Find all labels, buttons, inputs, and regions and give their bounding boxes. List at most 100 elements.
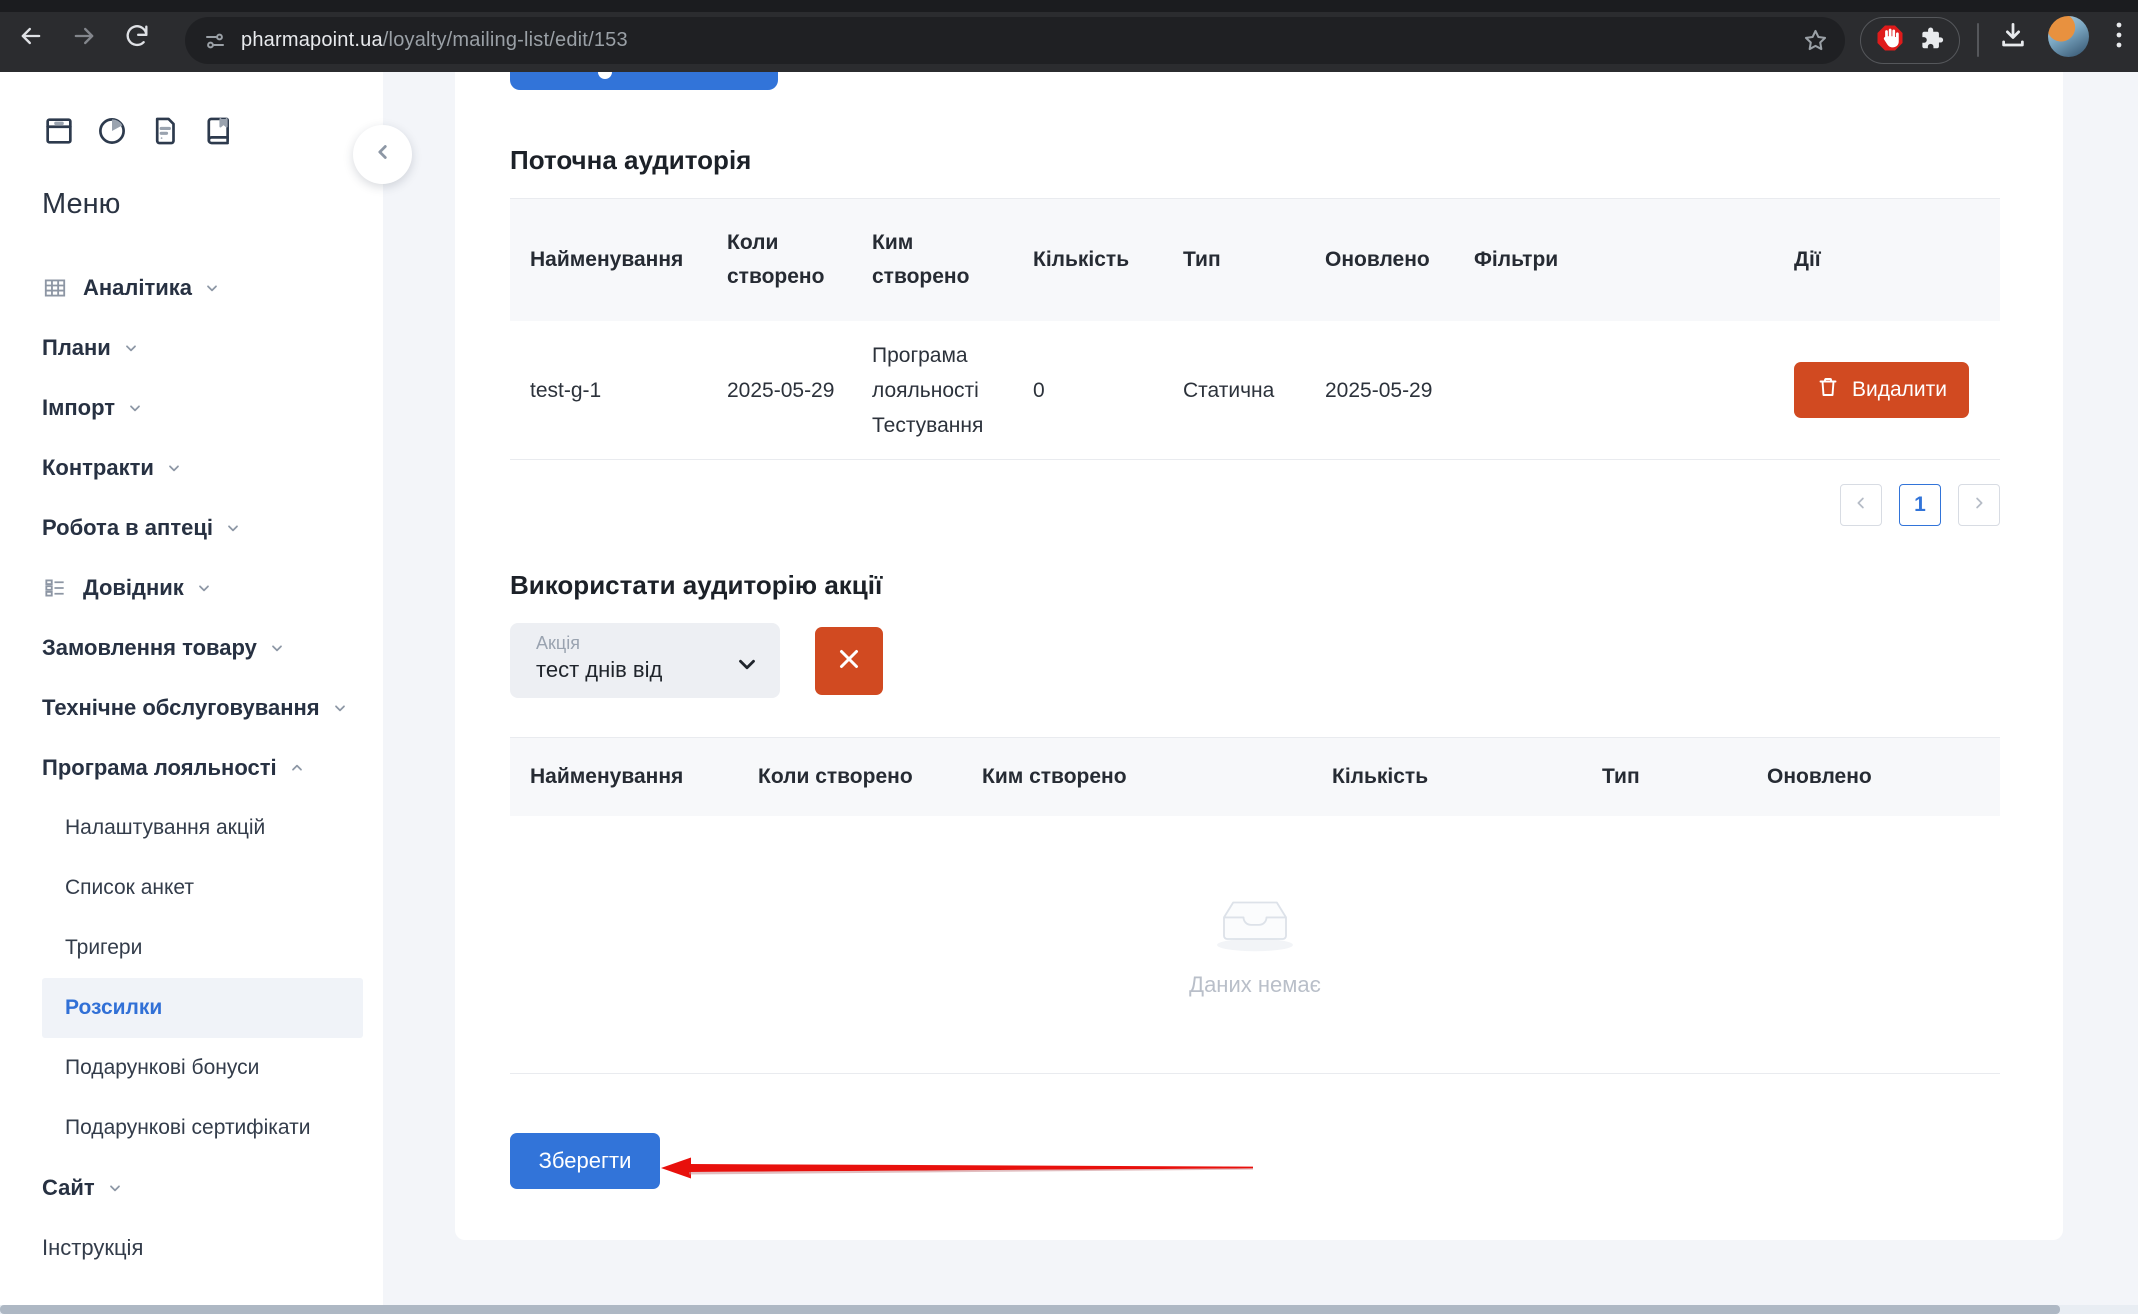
empty-inbox-icon — [1207, 891, 1303, 958]
delete-button[interactable]: Видалити — [1794, 362, 1969, 418]
sidebar-item-plany[interactable]: Плани — [42, 318, 363, 378]
sidebar-subitem-tryhery[interactable]: Тригери — [42, 918, 363, 978]
sidebar-item-zamovlennia-tovaru[interactable]: Замовлення товару — [42, 618, 363, 678]
column-header: Ким створено — [982, 760, 1332, 794]
chevron-down-icon — [734, 651, 760, 682]
column-header: Кількість — [1033, 243, 1183, 277]
cell-type: Статична — [1183, 373, 1325, 408]
url-host: pharmapoint.ua — [241, 29, 383, 51]
adblock-icon[interactable] — [1875, 23, 1905, 58]
column-header: Оновлено — [1767, 760, 2000, 794]
screenshot-root: pharmapoint.ua/loyalty/mailing-list/edit… — [0, 0, 2138, 1314]
section-title-use-promo-audience: Використати аудиторію акції — [510, 526, 2000, 601]
reload-icon — [123, 22, 151, 55]
chevron-left-icon — [372, 141, 394, 168]
chevron-up-icon — [289, 760, 305, 776]
chevron-down-icon — [166, 460, 182, 476]
forward-button[interactable] — [67, 21, 101, 55]
back-icon — [17, 22, 45, 55]
chevron-down-icon — [127, 400, 143, 416]
bookmark-star-icon[interactable] — [1802, 27, 1829, 59]
sidebar-quick-icons — [42, 114, 383, 148]
chevron-down-icon — [225, 520, 241, 536]
clear-selection-button[interactable] — [815, 627, 883, 695]
horizontal-scrollbar[interactable] — [0, 1305, 2138, 1314]
column-header: Оновлено — [1325, 243, 1474, 277]
pie-chart-icon[interactable] — [95, 114, 129, 148]
sidebar-nav: Аналітика Плани Імпорт Контракти Робота … — [0, 258, 383, 1278]
document-icon[interactable] — [148, 114, 182, 148]
sidebar-subitem-nalashtuvannia-aktsii[interactable]: Налаштування акцій — [42, 798, 363, 858]
column-header: Тип — [1183, 243, 1325, 277]
scrollbar-thumb[interactable] — [0, 1305, 2060, 1314]
empty-state: Даних немає — [510, 816, 2000, 1074]
column-header: Фільтри — [1474, 243, 1794, 277]
column-header: Найменування — [510, 760, 758, 794]
site-info-icon[interactable] — [203, 29, 227, 53]
chevron-left-icon — [1852, 494, 1870, 517]
sidebar-item-analitika[interactable]: Аналітика — [42, 258, 363, 318]
reload-button[interactable] — [120, 21, 154, 55]
chevron-down-icon — [332, 700, 348, 716]
window-top-strip — [0, 0, 2138, 12]
url-path: /loyalty/mailing-list/edit/153 — [383, 29, 628, 51]
cell-count: 0 — [1033, 373, 1183, 408]
chevron-down-icon — [204, 280, 220, 296]
sidebar-subitem-podarunkovi-bonusy[interactable]: Подарункові бонуси — [42, 1038, 363, 1098]
sidebar-item-tekhnichne-obsluhovuvannia[interactable]: Технічне обслуговування — [42, 678, 363, 738]
sidebar-item-dovidnyk[interactable]: Довідник — [42, 558, 363, 618]
profile-avatar[interactable] — [2048, 16, 2089, 57]
sidebar-subitem-spysok-anket[interactable]: Список анкет — [42, 858, 363, 918]
trash-icon — [1816, 375, 1840, 405]
promo-select[interactable]: Акція тест днів від — [510, 623, 780, 698]
promo-controls: Акція тест днів від — [510, 623, 2000, 698]
sidebar: Меню Аналітика Плани Імпорт Контракти Ро… — [0, 72, 383, 1305]
browser-menu-button[interactable] — [2106, 20, 2132, 54]
chevron-down-icon — [123, 340, 139, 356]
downloads-button[interactable] — [1996, 20, 2030, 54]
empty-state-text: Даних немає — [1189, 972, 1321, 998]
forward-icon — [70, 22, 98, 55]
chevron-down-icon — [196, 580, 212, 596]
pagination: 1 — [510, 484, 2000, 526]
pagination-prev-button[interactable] — [1840, 484, 1882, 526]
address-bar[interactable]: pharmapoint.ua/loyalty/mailing-list/edit… — [185, 17, 1845, 64]
kebab-menu-icon — [2115, 20, 2123, 55]
table-header-row: Найменування Коли створено Ким створено … — [510, 199, 2000, 321]
archive-icon[interactable] — [42, 114, 76, 148]
sidebar-item-sait[interactable]: Сайт — [42, 1158, 363, 1218]
table-row: test-g-1 2025-05-29 Програма лояльності … — [510, 321, 2000, 460]
sidebar-item-import[interactable]: Імпорт — [42, 378, 363, 438]
column-header: Кількість — [1332, 760, 1602, 794]
main-content-card: Поточна аудиторія Найменування Коли ство… — [455, 72, 2063, 1240]
toolbar-separator — [1977, 23, 1979, 57]
puzzle-extension-icon[interactable] — [1917, 24, 1945, 57]
sidebar-item-kontrakty[interactable]: Контракти — [42, 438, 363, 498]
list-icon — [42, 575, 68, 601]
sidebar-item-prohrama-loialnosti[interactable]: Програма лояльності — [42, 738, 363, 798]
sidebar-title: Меню — [42, 188, 383, 221]
column-header: Коли створено — [727, 226, 872, 294]
table-header-row: Найменування Коли створено Ким створено … — [510, 738, 2000, 816]
sidebar-subitem-podarunkovi-sertyfikaty[interactable]: Подарункові сертифікати — [42, 1098, 363, 1158]
chevron-down-icon — [269, 640, 285, 656]
pagination-page-1[interactable]: 1 — [1899, 484, 1941, 526]
close-icon — [834, 644, 864, 677]
download-icon — [1998, 20, 2028, 55]
sidebar-item-robota-v-aptetsi[interactable]: Робота в аптеці — [42, 498, 363, 558]
sidebar-subitem-rozsylky-active[interactable]: Розсилки — [42, 978, 363, 1038]
column-header: Дії — [1794, 243, 2000, 277]
save-row: Зберегти — [510, 1074, 2000, 1189]
cell-created: 2025-05-29 — [727, 373, 872, 408]
column-header: Коли створено — [758, 760, 982, 794]
save-button[interactable]: Зберегти — [510, 1133, 660, 1189]
sidebar-item-instruktsiia[interactable]: Інструкція — [42, 1218, 363, 1278]
back-button[interactable] — [14, 21, 48, 55]
sidebar-collapse-button[interactable] — [353, 125, 412, 184]
cell-actions: Видалити — [1794, 362, 2000, 418]
pagination-next-button[interactable] — [1958, 484, 2000, 526]
url-text: pharmapoint.ua/loyalty/mailing-list/edit… — [241, 29, 628, 52]
chevron-down-icon — [107, 1180, 123, 1196]
truncated-top-button[interactable] — [510, 72, 778, 90]
book-icon[interactable] — [201, 114, 235, 148]
